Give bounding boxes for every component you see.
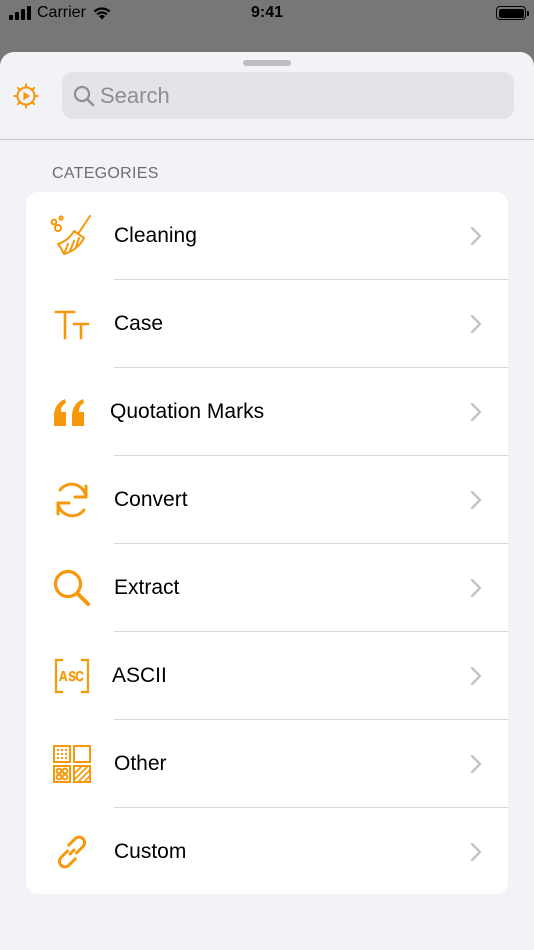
list-item-case[interactable]: Case [26, 280, 508, 368]
quote-icon [50, 390, 94, 434]
category-sheet: CATEGORIES Cleaning [0, 52, 534, 950]
search-input[interactable] [100, 72, 500, 119]
chevron-right-icon [470, 842, 482, 862]
list-item-custom[interactable]: Custom [26, 808, 508, 894]
gear-icon [13, 83, 39, 109]
search-bar-row [0, 52, 534, 140]
text-case-icon [50, 302, 94, 346]
ascii-icon [50, 654, 94, 698]
battery-icon [496, 6, 529, 20]
list-item-extract[interactable]: Extract [26, 544, 508, 632]
chevron-right-icon [470, 754, 482, 774]
list-item-label: Custom [114, 840, 187, 863]
link-icon [50, 830, 94, 874]
list-item-label: Cleaning [114, 224, 197, 247]
list-item-label: Convert [114, 488, 188, 511]
chevron-right-icon [470, 314, 482, 334]
list-item-label: Extract [114, 576, 180, 599]
list-item-convert[interactable]: Convert [26, 456, 508, 544]
list-item-ascii[interactable]: ASCII [26, 632, 508, 720]
list-item-label: Quotation Marks [110, 400, 265, 423]
list-item-label: ASCII [112, 664, 167, 687]
broom-icon [50, 214, 94, 258]
chevron-right-icon [470, 226, 482, 246]
list-item-label: Other [114, 752, 167, 775]
chevron-right-icon [470, 402, 482, 422]
chevron-right-icon [470, 578, 482, 598]
list-item-label: Case [114, 312, 164, 335]
grid-icon [50, 742, 94, 786]
search-icon [73, 85, 95, 107]
list-item-quotation-marks[interactable]: Quotation Marks [26, 368, 508, 456]
categories-list: Cleaning Case Quotation Marks Convert Ex… [26, 192, 508, 894]
list-item-cleaning[interactable]: Cleaning [26, 192, 508, 280]
chevron-right-icon [470, 666, 482, 686]
magnifier-icon [50, 566, 94, 610]
section-header-categories: CATEGORIES [52, 165, 159, 182]
list-item-other[interactable]: Other [26, 720, 508, 808]
settings-button[interactable] [12, 82, 40, 110]
chevron-right-icon [470, 490, 482, 510]
search-field[interactable] [62, 72, 514, 119]
status-time: 9:41 [250, 4, 284, 21]
convert-arrows-icon [50, 478, 94, 522]
status-bar: Carrier 9:41 [0, 0, 534, 28]
